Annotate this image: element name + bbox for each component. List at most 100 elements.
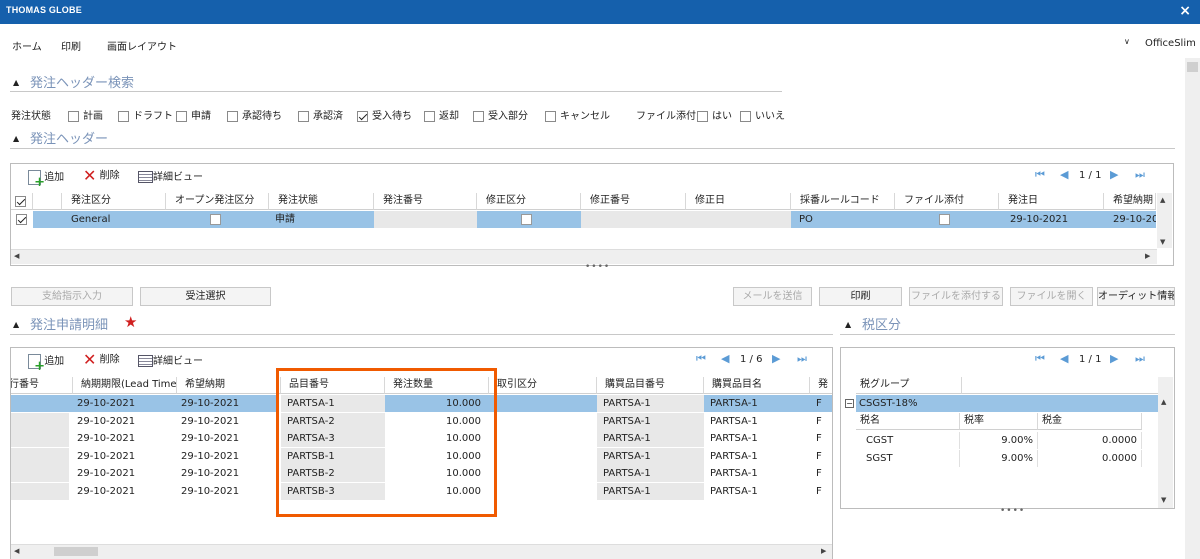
header-column-5[interactable]: 修正番号 — [581, 193, 686, 210]
cell-open-order[interactable] — [166, 211, 269, 228]
detail-column-6[interactable]: 購買品目番号 — [597, 377, 704, 394]
attach-file-button[interactable]: ファイルを添付する — [909, 287, 1003, 306]
filter-checkbox[interactable] — [424, 110, 435, 122]
detail-column-8[interactable]: 発 — [810, 377, 832, 394]
detail-column-2[interactable]: 希望納期 — [177, 377, 281, 394]
filter-option[interactable]: 返却 — [424, 107, 459, 122]
filter-checkbox[interactable] — [176, 110, 187, 122]
cell-order-number[interactable] — [374, 211, 477, 228]
header-column-4[interactable]: 修正区分 — [477, 193, 581, 210]
next-page-icon[interactable]: ▶ — [1110, 168, 1118, 181]
filter-checkbox[interactable] — [545, 110, 556, 122]
detail-cell[interactable] — [489, 413, 597, 430]
splitter-grip[interactable]: •••• — [585, 262, 610, 272]
tax-group-header[interactable]: 税グループ — [856, 377, 962, 394]
splitter-grip[interactable]: •••• — [1000, 506, 1025, 516]
filter-option[interactable]: キャンセル — [545, 107, 610, 122]
page-scroll-thumb[interactable] — [1187, 62, 1198, 72]
detail-scroll-thumb[interactable] — [54, 547, 98, 556]
detail-cell[interactable]: PARTSA-1 — [704, 448, 810, 465]
detail-cell[interactable]: 29-10-2021 — [69, 465, 173, 482]
header-add-button[interactable]: 追加 — [28, 168, 64, 190]
header-column-6[interactable]: 修正日 — [686, 193, 791, 210]
revision-checkbox[interactable] — [521, 214, 532, 225]
detail-cell[interactable] — [11, 465, 69, 482]
filter-option[interactable]: ドラフト — [118, 107, 173, 122]
first-page-icon[interactable]: ⏮ — [1035, 352, 1045, 366]
scroll-up-icon[interactable]: ▲ — [1161, 398, 1166, 406]
attach-option[interactable]: いいえ — [740, 107, 785, 122]
filter-option[interactable]: 受入待ち — [357, 107, 412, 122]
detail-cell[interactable]: PARTSA-1 — [597, 447, 704, 465]
detail-cell[interactable]: 29-10-2021 — [173, 483, 277, 500]
detail-cell[interactable]: 29-10-2021 — [173, 395, 277, 412]
tax-name-cell[interactable]: SGST — [856, 450, 960, 467]
header-column-8[interactable]: ファイル添付 — [895, 193, 999, 210]
filter-option[interactable]: 承認待ち — [227, 107, 282, 122]
file-attach-checkbox[interactable] — [939, 214, 950, 225]
detail-cell[interactable]: 29-10-2021 — [173, 448, 277, 465]
theme-selector[interactable]: OfficeSlim — [1145, 38, 1196, 49]
cell-numbering-rule[interactable]: PO — [791, 211, 895, 228]
detail-cell[interactable] — [489, 465, 597, 482]
detail-cell[interactable]: PARTSA-1 — [704, 413, 810, 430]
first-page-icon[interactable]: ⏮ — [696, 352, 706, 366]
send-mail-button[interactable]: メールを送信 — [733, 287, 812, 306]
detail-cell[interactable]: F — [810, 395, 832, 412]
scroll-left-icon[interactable]: ◀ — [14, 547, 19, 555]
filter-option[interactable]: 申請 — [176, 107, 211, 122]
next-page-icon[interactable]: ▶ — [772, 352, 780, 365]
filter-option[interactable]: 受入部分 — [473, 107, 528, 122]
header-column-1[interactable]: オープン発注区分 — [166, 193, 269, 210]
tax-amount-header[interactable]: 税金 — [1038, 413, 1142, 430]
last-page-icon[interactable]: ⏭ — [797, 352, 807, 366]
next-page-icon[interactable]: ▶ — [1110, 352, 1118, 365]
scroll-right-icon[interactable]: ▶ — [821, 547, 826, 555]
select-all-header[interactable] — [11, 193, 33, 210]
row-checkbox[interactable] — [16, 213, 27, 225]
detail-cell[interactable]: 29-10-2021 — [69, 395, 173, 412]
cell-order-type[interactable]: General — [62, 211, 166, 228]
select-all-checkbox[interactable] — [15, 195, 26, 207]
filter-checkbox[interactable] — [473, 110, 484, 122]
supply-instruction-button[interactable]: 支給指示入力 — [11, 287, 133, 306]
header-grid-hscroll[interactable] — [11, 249, 1157, 264]
tax-grid-vscroll[interactable] — [1158, 377, 1173, 508]
cell-file-attach[interactable] — [895, 211, 999, 228]
detail-cell[interactable] — [11, 447, 69, 465]
filter-checkbox[interactable] — [118, 110, 129, 122]
scroll-left-icon[interactable]: ◀ — [14, 252, 19, 260]
page-scrollbar[interactable] — [1185, 58, 1200, 559]
detail-cell[interactable]: PARTSA-1 — [597, 482, 704, 500]
detail-detail-button[interactable]: 詳細ビュー — [138, 352, 203, 367]
print-button[interactable]: 印刷 — [819, 287, 902, 306]
detail-cell[interactable]: PARTSA-1 — [704, 430, 810, 447]
first-page-icon[interactable]: ⏮ — [1035, 168, 1045, 182]
open-file-button[interactable]: ファイルを開く — [1010, 287, 1093, 306]
tax-name-header[interactable]: 税名 — [856, 413, 960, 430]
filter-checkbox[interactable] — [68, 110, 79, 122]
cell-status[interactable]: 申請 — [269, 211, 374, 228]
detail-cell[interactable]: 29-10-2021 — [173, 465, 277, 482]
header-column-9[interactable]: 発注日 — [999, 193, 1104, 210]
scroll-up-icon[interactable]: ▲ — [1160, 196, 1165, 204]
collapse-icon[interactable]: ▲ — [13, 134, 19, 143]
detail-cell[interactable] — [489, 483, 597, 500]
tax-amount-cell[interactable]: 0.0000 — [1038, 450, 1142, 467]
header-column-7[interactable]: 採番ルールコード — [791, 193, 895, 210]
scroll-right-icon[interactable]: ▶ — [1145, 252, 1150, 260]
detail-cell[interactable] — [11, 482, 69, 500]
detail-cell[interactable]: 29-10-2021 — [173, 430, 277, 447]
receive-select-button[interactable]: 受注選択 — [140, 287, 271, 306]
last-page-icon[interactable]: ⏭ — [1135, 352, 1145, 366]
detail-cell[interactable]: 29-10-2021 — [69, 448, 173, 465]
detail-cell[interactable] — [489, 430, 597, 447]
attach-checkbox[interactable] — [697, 110, 708, 122]
scroll-down-icon[interactable]: ▼ — [1160, 238, 1165, 246]
detail-cell[interactable] — [489, 448, 597, 465]
cell-revision-number[interactable] — [581, 211, 686, 228]
detail-cell[interactable]: 29-10-2021 — [69, 430, 173, 447]
detail-column-1[interactable]: 納期期限(Lead Time) — [73, 377, 177, 394]
detail-cell[interactable] — [11, 430, 69, 447]
detail-cell[interactable]: 29-10-2021 — [173, 413, 277, 430]
